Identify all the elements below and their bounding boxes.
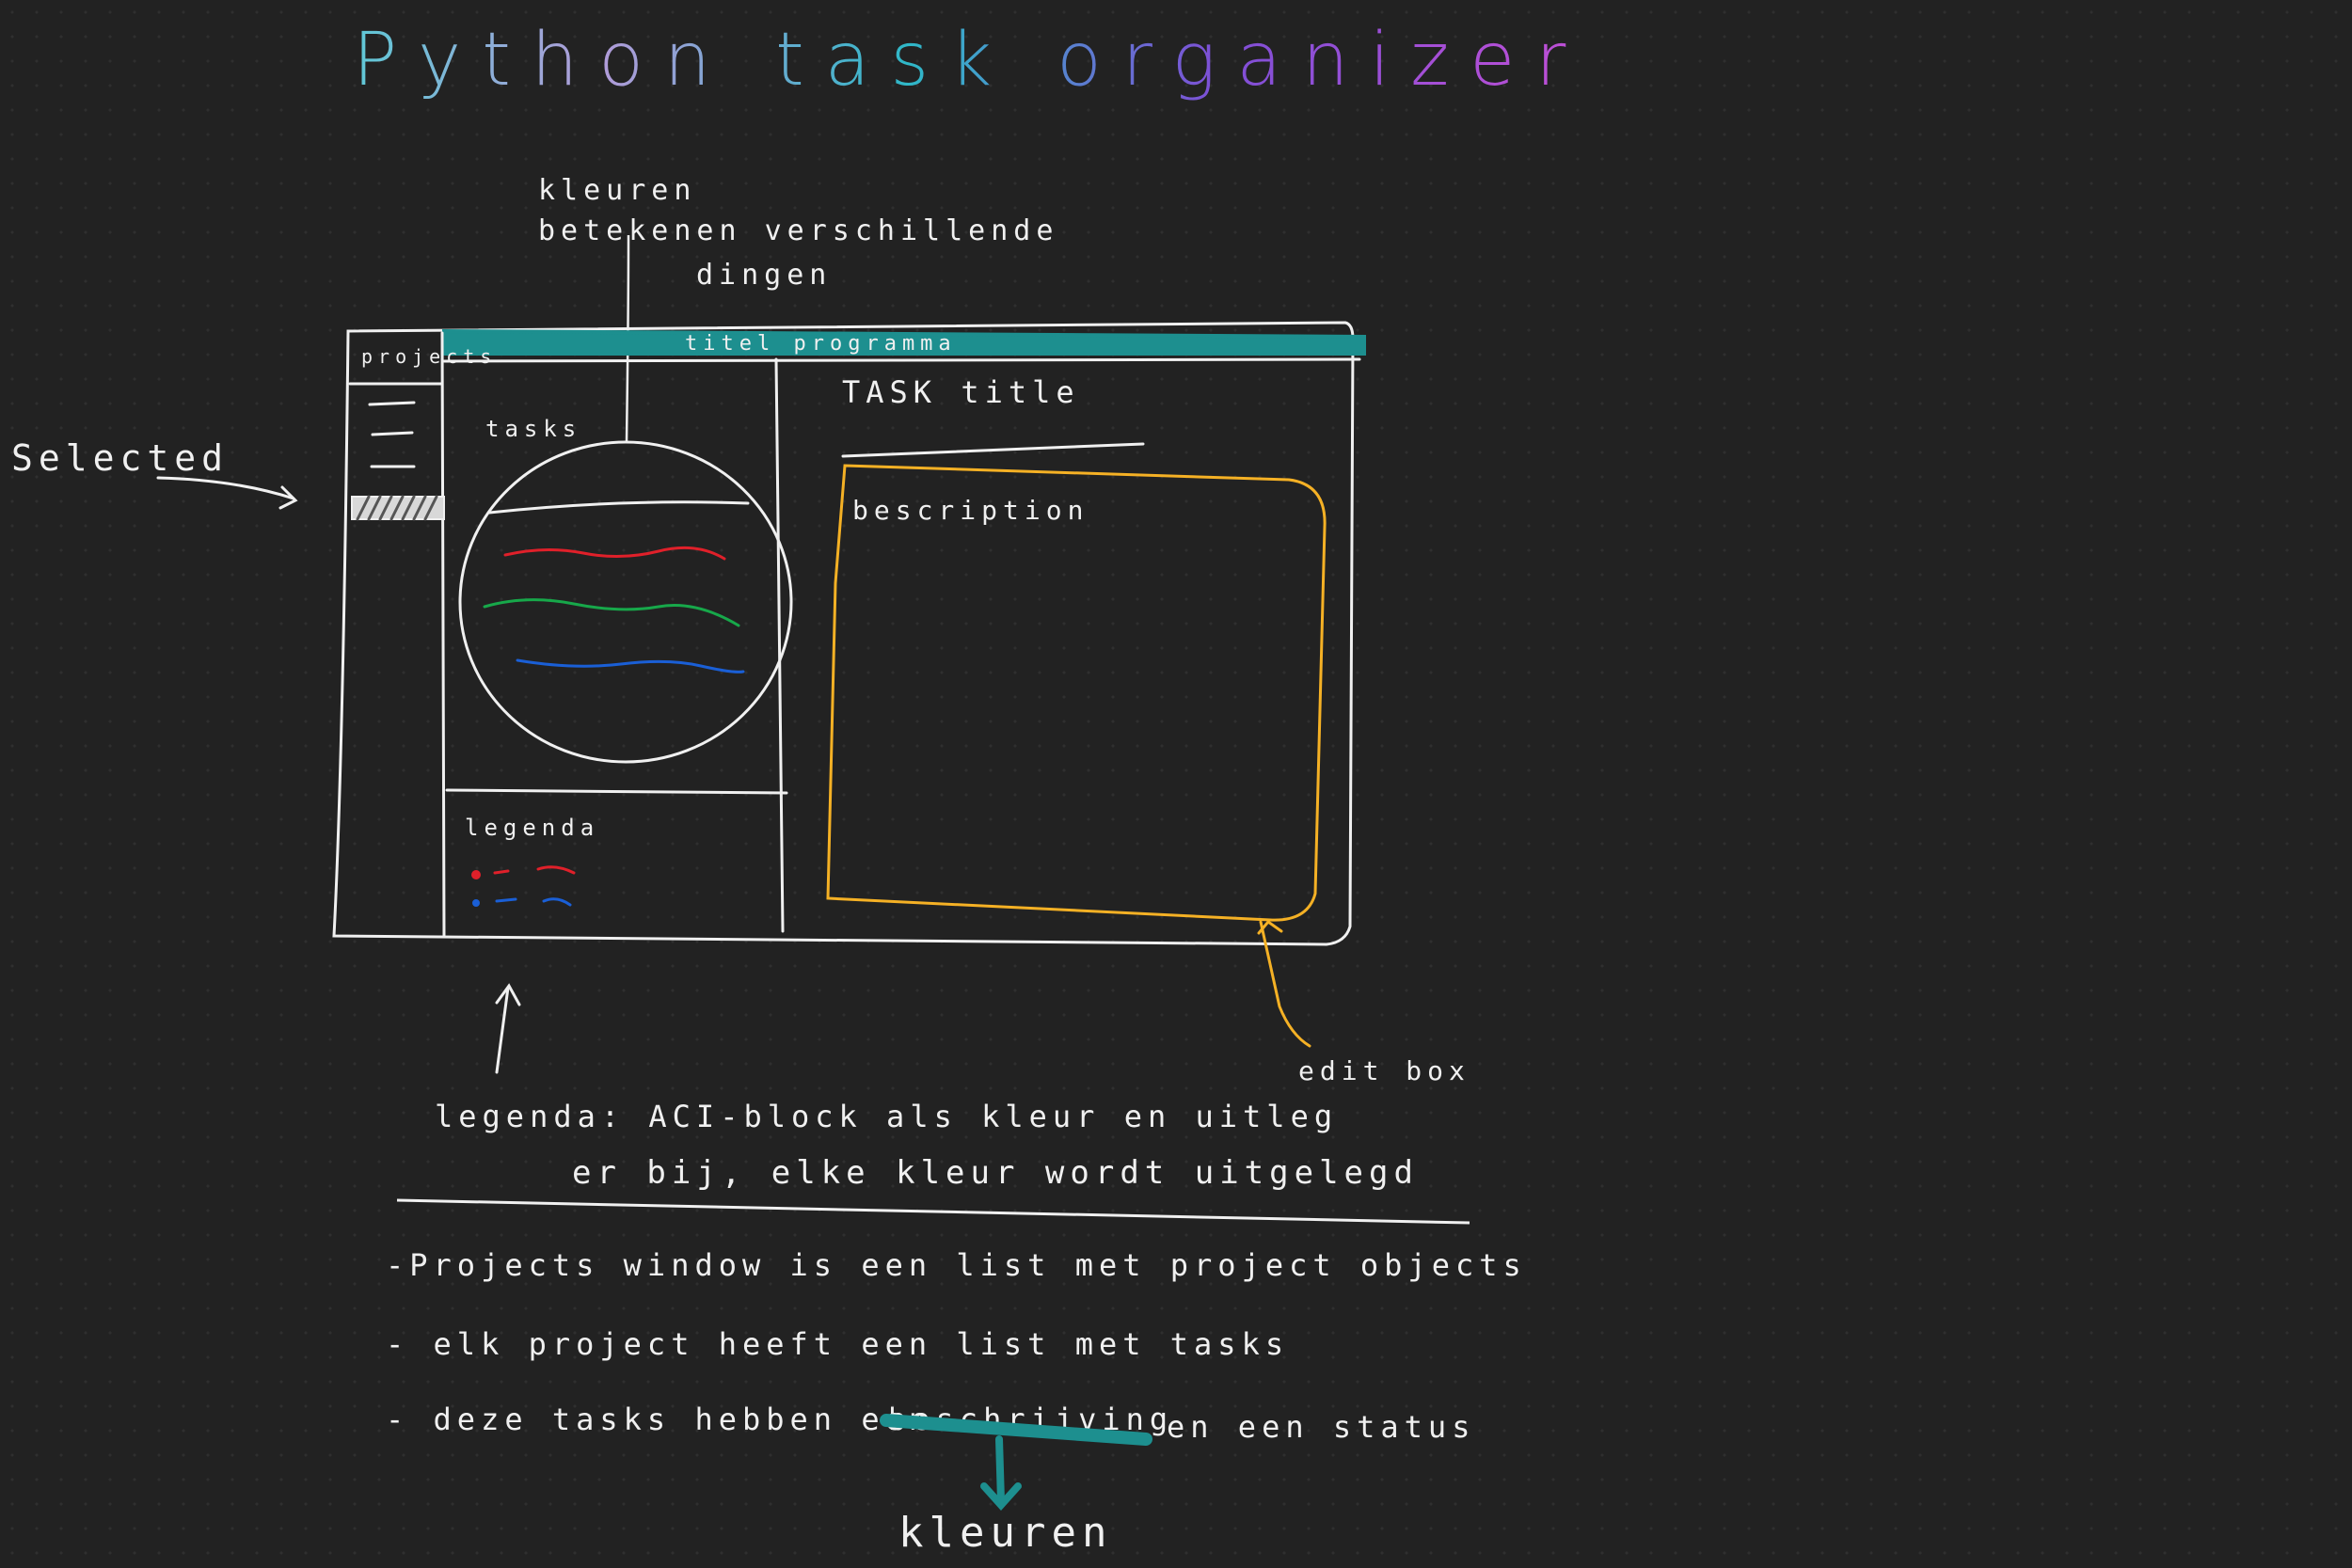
task-title-label: TASK title xyxy=(842,374,1080,410)
bullet-1: -Projects window is een list met project… xyxy=(386,1247,1527,1283)
colors-annotation-line-2: betekenen verschillende xyxy=(538,214,1058,247)
edit-box-sketch xyxy=(826,464,1327,1048)
colors-annotation-line-1: kleuren xyxy=(538,174,696,207)
legend-label: legenda xyxy=(465,815,599,841)
tasks-zoom-circle xyxy=(458,440,793,764)
bullet-2: - elk project heeft een list met tasks xyxy=(386,1326,1289,1362)
page-title: Python task organizer xyxy=(353,18,1586,103)
correction-arrow xyxy=(980,1435,1022,1511)
task-line-blue xyxy=(516,658,745,673)
edit-box-annotation: edit box xyxy=(1298,1055,1470,1086)
legend-note-line-1: legenda: ACI-block als kleur en uitleg xyxy=(435,1099,1338,1134)
tasks-label: tasks xyxy=(485,416,581,442)
projects-sidebar xyxy=(440,331,446,938)
colors-annotation-line-3: dingen xyxy=(696,259,832,292)
legend-note-arrow xyxy=(495,983,521,1074)
correction-word: kleuren xyxy=(898,1509,1112,1557)
selected-arrow xyxy=(156,476,298,510)
bullet-3-tail: en een status xyxy=(1167,1409,1475,1445)
separator-line xyxy=(396,1198,1470,1225)
sketch-canvas: Python task organizer kleuren betekenen … xyxy=(11,18,1586,1557)
projects-label: projects xyxy=(361,345,497,368)
description-label: bescription xyxy=(852,495,1089,526)
task-line-green xyxy=(483,598,740,627)
bullet-3: - deze tasks hebben een xyxy=(386,1402,932,1437)
legend-note-line-2: er bij, elke kleur wordt uitgelegd xyxy=(572,1154,1419,1192)
legend-swatches xyxy=(471,865,576,907)
task-line-red xyxy=(503,546,726,561)
selected-annotation: Selected xyxy=(11,437,229,479)
title-bar-label: titel programma xyxy=(685,332,957,356)
